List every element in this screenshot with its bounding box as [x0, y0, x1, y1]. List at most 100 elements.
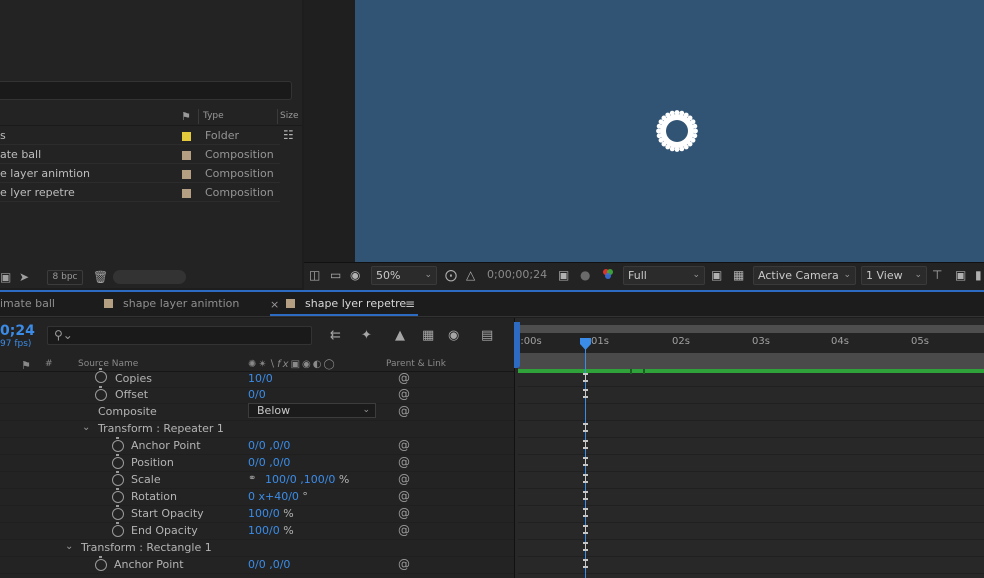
motion-blur-icon[interactable]: ◉	[448, 328, 459, 343]
property-row-end-opacity[interactable]: End Opacity 100/0 % @	[0, 522, 514, 540]
twirl-down-icon[interactable]: ⌄	[82, 422, 90, 433]
resolution-select[interactable]: Full ⌄	[623, 266, 705, 285]
property-value[interactable]: 0/0	[248, 388, 266, 401]
project-item[interactable]: e layer animtion Composition	[0, 165, 280, 183]
composition-canvas[interactable]	[355, 0, 984, 262]
parent-link-header[interactable]: Parent & Link	[386, 359, 446, 369]
monitor-icon[interactable]: ▭	[330, 268, 341, 282]
comp-flowchart-icon[interactable]: ⇇	[330, 328, 341, 343]
pickwhip-icon[interactable]: @	[398, 472, 410, 486]
frame-blending-icon[interactable]: ▦	[422, 328, 434, 343]
always-preview-icon[interactable]: ◫	[309, 268, 320, 282]
draft-3d-icon[interactable]: ✦	[361, 328, 372, 343]
viewer-timecode[interactable]: 0;00;00;24	[487, 268, 547, 281]
pickwhip-icon[interactable]: @	[398, 523, 410, 537]
timeline-search-input[interactable]	[47, 326, 312, 345]
fast-previews-icon[interactable]: ▣	[955, 268, 966, 282]
property-value[interactable]: 100/0 ,100/0 %	[265, 473, 349, 486]
color-channels-icon[interactable]	[602, 268, 614, 283]
property-row-anchor-point[interactable]: Anchor Point 0/0 ,0/0 @	[0, 437, 514, 455]
property-value[interactable]: 0/0 ,0/0	[248, 456, 290, 469]
composite-select[interactable]: Below ⌄	[248, 403, 376, 418]
thumbnail-size-slider[interactable]	[113, 270, 186, 284]
property-group-transform-repeater[interactable]: ⌄ Transform : Repeater 1	[0, 421, 514, 438]
tab-shape-layer-animtion[interactable]: shape layer animtion	[104, 297, 239, 313]
type-column-header[interactable]: Type	[203, 111, 224, 121]
stopwatch-icon[interactable]	[112, 437, 124, 452]
graph-editor-icon[interactable]: ▤	[481, 328, 493, 343]
toggle-pixel-aspect-icon[interactable]: ⊤	[932, 268, 942, 282]
property-row-start-opacity[interactable]: Start Opacity 100/0 % @	[0, 505, 514, 523]
show-snapshot-icon[interactable]: ●	[580, 268, 590, 282]
property-value[interactable]: 100/0 %	[248, 507, 294, 520]
stopwatch-icon[interactable]	[112, 505, 124, 520]
pickwhip-icon[interactable]: @	[398, 557, 410, 571]
property-value[interactable]: 100/0 %	[248, 524, 294, 537]
pickwhip-icon[interactable]: @	[398, 489, 410, 503]
label-swatch[interactable]	[182, 132, 191, 141]
pickwhip-icon[interactable]: @	[398, 404, 410, 418]
label-swatch[interactable]	[182, 170, 191, 179]
layer-number-header[interactable]: #	[45, 359, 53, 369]
project-item[interactable]: ate ball Composition	[0, 146, 280, 164]
project-item[interactable]: s Folder	[0, 127, 280, 145]
stopwatch-icon[interactable]	[112, 471, 124, 486]
property-row-offset[interactable]: Offset 0/0 @	[0, 386, 514, 404]
source-name-header[interactable]: Source Name	[78, 359, 138, 369]
property-row-rotation[interactable]: Rotation 0 x+40/0 ° @	[0, 488, 514, 506]
close-tab-icon[interactable]: ×	[270, 298, 279, 311]
timeline-toggle-icon[interactable]: ▮	[975, 268, 982, 282]
search-icon[interactable]: ⚲⌄	[54, 328, 73, 342]
view-layout-select[interactable]: 1 View ⌄	[861, 266, 927, 285]
size-column-header[interactable]: Size	[280, 111, 298, 121]
tab-imate-ball[interactable]: imate ball	[0, 297, 55, 313]
property-row-position[interactable]: Position 0/0 ,0/0 @	[0, 454, 514, 472]
stopwatch-icon[interactable]	[95, 368, 107, 383]
tab-shape-lyer-repetre[interactable]: shape lyer repetre	[286, 297, 406, 313]
pickwhip-icon[interactable]: @	[398, 387, 410, 401]
property-group-transform-rectangle[interactable]: ⌄ Transform : Rectangle 1	[0, 540, 514, 557]
property-row-anchor-point-rect[interactable]: Anchor Point 0/0 ,0/0 @	[0, 556, 514, 574]
pickwhip-icon[interactable]: @	[398, 455, 410, 469]
render-queue-icon[interactable]: ➤	[19, 270, 29, 284]
pickwhip-icon[interactable]: @	[398, 371, 410, 385]
stopwatch-icon[interactable]	[95, 386, 107, 401]
property-value[interactable]: 0 x+40/0 °	[248, 490, 308, 503]
playhead-icon[interactable]	[580, 338, 591, 350]
pickwhip-icon[interactable]: @	[398, 438, 410, 452]
label-tag-icon[interactable]: ⚑	[181, 110, 191, 123]
property-row-scale[interactable]: Scale ⚭ 100/0 ,100/0 % @	[0, 471, 514, 489]
stopwatch-icon[interactable]	[112, 522, 124, 537]
work-area-bar[interactable]	[518, 325, 984, 333]
project-search-input[interactable]	[0, 81, 292, 100]
mask-visibility-icon[interactable]: △	[466, 268, 475, 282]
twirl-down-icon[interactable]: ⌄	[65, 541, 73, 552]
vr-headset-icon[interactable]: ◉	[350, 268, 360, 282]
property-value[interactable]: 0/0 ,0/0	[248, 439, 290, 452]
transparency-grid-icon[interactable]: ▦	[733, 268, 744, 282]
layer-switches-icons[interactable]: ✺✴∖fx▣◉◐◯	[248, 359, 337, 370]
layer-duration-bar[interactable]	[518, 353, 984, 369]
camera-select[interactable]: Active Camera ⌄	[753, 266, 856, 285]
bpc-button[interactable]: 8 bpc	[47, 270, 83, 285]
snapshot-camera-icon[interactable]: ▣	[558, 268, 569, 282]
work-area-start-handle[interactable]	[514, 322, 520, 368]
constrain-proportions-icon[interactable]: ⚭	[248, 473, 256, 484]
property-row-copies[interactable]: Copies 10/0 @	[0, 368, 514, 388]
zoom-select[interactable]: 50% ⌄	[371, 266, 437, 285]
shy-layers-icon[interactable]: ▲	[395, 328, 405, 343]
stopwatch-icon[interactable]	[112, 488, 124, 503]
folder-hierarchy-icon[interactable]: ☷	[283, 128, 294, 142]
panel-menu-icon[interactable]: ≡	[405, 297, 415, 311]
trash-icon[interactable]: 🗑	[93, 270, 108, 284]
label-swatch[interactable]	[182, 151, 191, 160]
label-swatch[interactable]	[182, 189, 191, 198]
property-value[interactable]: 0/0 ,0/0	[248, 558, 290, 571]
region-of-interest-icon[interactable]: ▣	[711, 268, 722, 282]
project-item[interactable]: e lyer repetre Composition	[0, 184, 280, 202]
grid-guide-icon[interactable]: ⨀	[445, 268, 457, 282]
stopwatch-icon[interactable]	[95, 556, 107, 571]
interpret-footage-icon[interactable]: ▣	[0, 270, 11, 284]
pickwhip-icon[interactable]: @	[398, 506, 410, 520]
property-value[interactable]: 10/0	[248, 372, 273, 385]
